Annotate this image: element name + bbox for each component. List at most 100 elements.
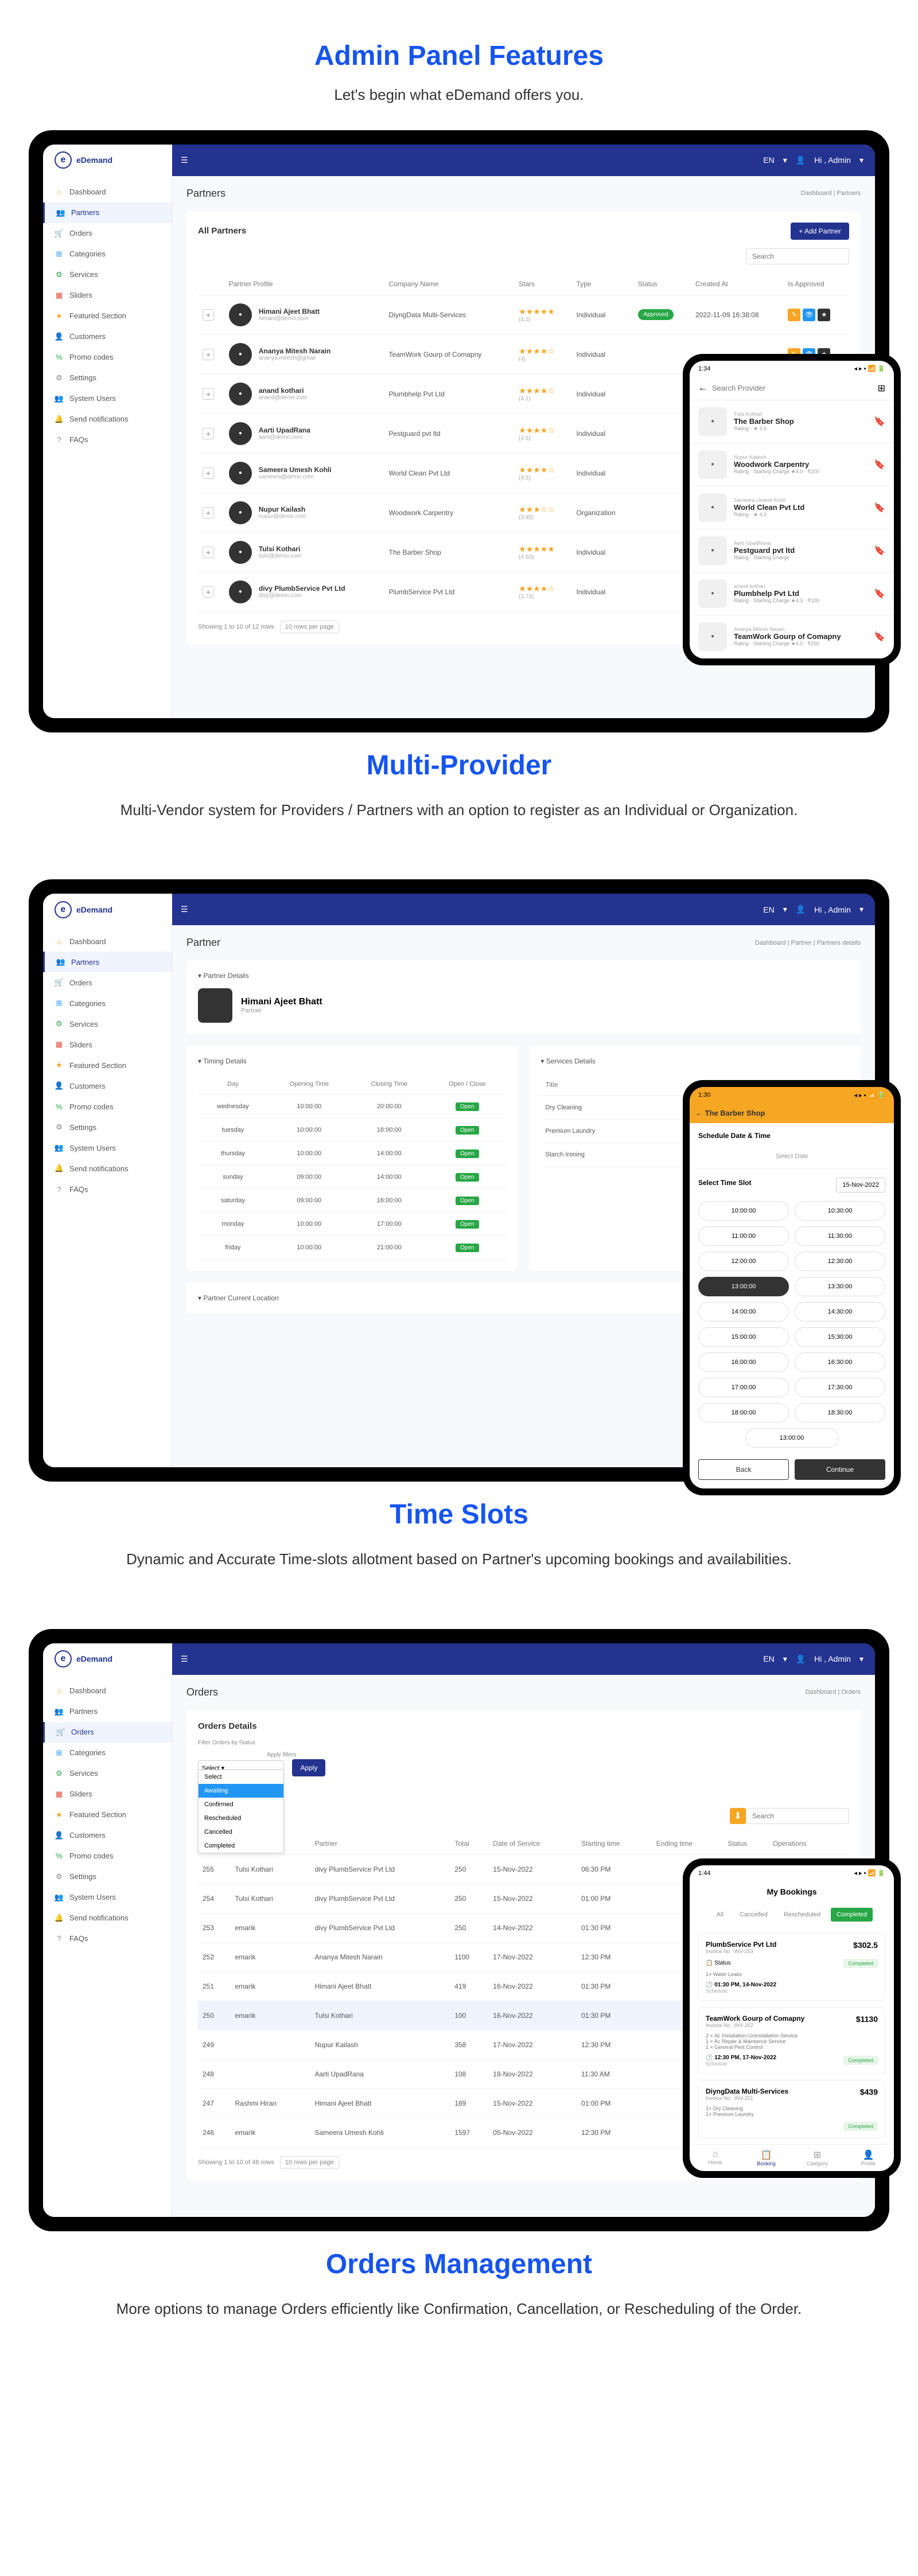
- sidebar-item-customers[interactable]: 👤Customers: [43, 326, 172, 347]
- provider-item[interactable]: ●anand kothariPlumbhelp Pvt LtdRating · …: [690, 572, 894, 615]
- booking-tab[interactable]: All: [711, 1908, 729, 1922]
- sidebar-item-services[interactable]: ⚙Services: [43, 1014, 172, 1034]
- nav-home[interactable]: ⌂Home: [690, 2149, 741, 2166]
- sidebar-item-sliders[interactable]: ▦Sliders: [43, 285, 172, 306]
- hamburger-icon[interactable]: ☰: [181, 905, 188, 914]
- filter-option[interactable]: Select: [199, 1770, 283, 1784]
- time-slot[interactable]: 12:00:00: [698, 1252, 789, 1271]
- expand-button[interactable]: +: [203, 349, 214, 360]
- time-slot[interactable]: 14:00:00: [698, 1302, 789, 1322]
- bookmark-icon[interactable]: 🔖: [874, 545, 885, 556]
- lang-selector[interactable]: EN: [763, 1654, 774, 1663]
- provider-item[interactable]: ●Tulsi KothariThe Barber ShopRating · ★ …: [690, 400, 894, 443]
- filter-option[interactable]: Rescheduled: [199, 1811, 283, 1825]
- bookmark-icon[interactable]: 🔖: [874, 502, 885, 513]
- nav-category[interactable]: ⊞Category: [792, 2149, 843, 2166]
- nav-booking[interactable]: 📋Booking: [741, 2149, 792, 2166]
- hamburger-icon[interactable]: ☰: [181, 1654, 188, 1664]
- back-button[interactable]: Back: [698, 1459, 789, 1480]
- sidebar-item-settings[interactable]: ⚙Settings: [43, 1866, 172, 1887]
- sidebar-item-send-notifications[interactable]: 🔔Send notifications: [43, 1158, 172, 1179]
- time-slot[interactable]: 16:00:00: [698, 1353, 789, 1372]
- sidebar-item-services[interactable]: ⚙Services: [43, 264, 172, 285]
- user-icon[interactable]: 👤: [796, 155, 806, 165]
- user-icon[interactable]: 👤: [796, 905, 806, 914]
- filter-option[interactable]: Cancelled: [199, 1825, 283, 1839]
- col-header[interactable]: Partner Profile: [224, 273, 384, 295]
- sidebar-item-partners[interactable]: 👥Partners: [43, 1701, 172, 1722]
- col-header[interactable]: Total: [450, 1833, 488, 1855]
- col-header[interactable]: Type: [572, 273, 633, 295]
- filter-option[interactable]: Awaiting: [199, 1784, 283, 1798]
- sidebar-item-faqs[interactable]: ?FAQs: [43, 1928, 172, 1949]
- filter-option[interactable]: Confirmed: [199, 1798, 283, 1811]
- sidebar-item-orders[interactable]: 🛒Orders: [43, 972, 172, 993]
- lang-selector[interactable]: EN: [763, 905, 774, 914]
- time-slot[interactable]: 17:30:00: [795, 1378, 885, 1397]
- sidebar-item-featured-section[interactable]: ★Featured Section: [43, 1805, 172, 1825]
- col-header[interactable]: [198, 273, 224, 295]
- time-slot[interactable]: 14:30:00: [795, 1302, 885, 1322]
- expand-button[interactable]: +: [203, 467, 214, 479]
- expand-button[interactable]: +: [203, 309, 214, 321]
- sidebar-item-partners[interactable]: 👥Partners: [43, 202, 172, 223]
- provider-item[interactable]: ●Sameera Umesh KohliWorld Clean Pvt LtdR…: [690, 486, 894, 529]
- sidebar-item-sliders[interactable]: ▦Sliders: [43, 1034, 172, 1055]
- sidebar-item-send-notifications[interactable]: 🔔Send notifications: [43, 409, 172, 430]
- time-slot[interactable]: 15:30:00: [795, 1327, 885, 1347]
- booking-card[interactable]: TeamWork Gourp of ComapnyInvoice No : IN…: [698, 2007, 885, 2074]
- star-icon[interactable]: ★: [818, 309, 830, 321]
- col-header[interactable]: Company Name: [384, 273, 515, 295]
- sidebar-item-faqs[interactable]: ?FAQs: [43, 1179, 172, 1199]
- expand-button[interactable]: +: [203, 586, 214, 598]
- continue-button[interactable]: Continue: [795, 1459, 885, 1480]
- per-page[interactable]: 10 rows per page: [280, 2156, 339, 2169]
- view-icon[interactable]: 👁: [803, 309, 815, 321]
- time-slot[interactable]: 15:00:00: [698, 1327, 789, 1347]
- sidebar-item-orders[interactable]: 🛒Orders: [43, 1722, 172, 1743]
- expand-button[interactable]: +: [203, 388, 214, 400]
- bookmark-icon[interactable]: 🔖: [874, 588, 885, 599]
- sidebar-item-promo-codes[interactable]: %Promo codes: [43, 1096, 172, 1117]
- time-slot[interactable]: 12:30:00: [795, 1252, 885, 1271]
- back-icon[interactable]: ←: [698, 383, 707, 393]
- sidebar-item-dashboard[interactable]: ⌂Dashboard: [43, 931, 172, 952]
- provider-search[interactable]: [712, 384, 873, 392]
- sidebar-item-system-users[interactable]: 👥System Users: [43, 1137, 172, 1158]
- sidebar-item-faqs[interactable]: ?FAQs: [43, 430, 172, 450]
- sidebar-item-categories[interactable]: ⊞Categories: [43, 1743, 172, 1763]
- filter-option[interactable]: Completed: [199, 1839, 283, 1853]
- sidebar-item-featured-section[interactable]: ★Featured Section: [43, 306, 172, 326]
- filter-icon[interactable]: ⊞: [878, 383, 885, 394]
- sidebar-item-customers[interactable]: 👤Customers: [43, 1075, 172, 1096]
- time-slot[interactable]: 10:00:00: [698, 1201, 789, 1221]
- booking-card[interactable]: DiyngData Multi-ServicesInvoice No : INV…: [698, 2080, 885, 2138]
- sidebar-item-send-notifications[interactable]: 🔔Send notifications: [43, 1908, 172, 1928]
- search-input[interactable]: [746, 1808, 849, 1824]
- expand-button[interactable]: +: [203, 428, 214, 439]
- booking-tab[interactable]: Rescheduled: [778, 1908, 826, 1922]
- sidebar-item-system-users[interactable]: 👥System Users: [43, 388, 172, 409]
- sidebar-item-dashboard[interactable]: ⌂Dashboard: [43, 1681, 172, 1701]
- expand-button[interactable]: +: [203, 547, 214, 558]
- time-slot[interactable]: 11:00:00: [698, 1226, 789, 1246]
- col-header[interactable]: Created At: [691, 273, 783, 295]
- edit-icon[interactable]: ✎: [788, 309, 800, 321]
- col-header[interactable]: Partner: [310, 1833, 450, 1855]
- expand-button[interactable]: +: [203, 507, 214, 519]
- sidebar-item-system-users[interactable]: 👥System Users: [43, 1887, 172, 1908]
- sidebar-item-settings[interactable]: ⚙Settings: [43, 368, 172, 388]
- time-slot[interactable]: 18:30:00: [795, 1403, 885, 1423]
- bookmark-icon[interactable]: 🔖: [874, 459, 885, 470]
- sidebar-item-featured-section[interactable]: ★Featured Section: [43, 1055, 172, 1075]
- sidebar-item-categories[interactable]: ⊞Categories: [43, 993, 172, 1014]
- col-header[interactable]: Status: [723, 1833, 768, 1855]
- col-header[interactable]: Status: [633, 273, 691, 295]
- col-header[interactable]: Is Approved: [783, 273, 849, 295]
- time-slot[interactable]: 16:30:00: [795, 1353, 885, 1372]
- col-header[interactable]: Starting time: [577, 1833, 652, 1855]
- bookmark-icon[interactable]: 🔖: [874, 631, 885, 642]
- time-slot[interactable]: 11:30:00: [795, 1226, 885, 1246]
- time-slot[interactable]: 10:30:00: [795, 1201, 885, 1221]
- booking-card[interactable]: PlumbService Pvt LtdInvoice No : INV-253…: [698, 1933, 885, 2001]
